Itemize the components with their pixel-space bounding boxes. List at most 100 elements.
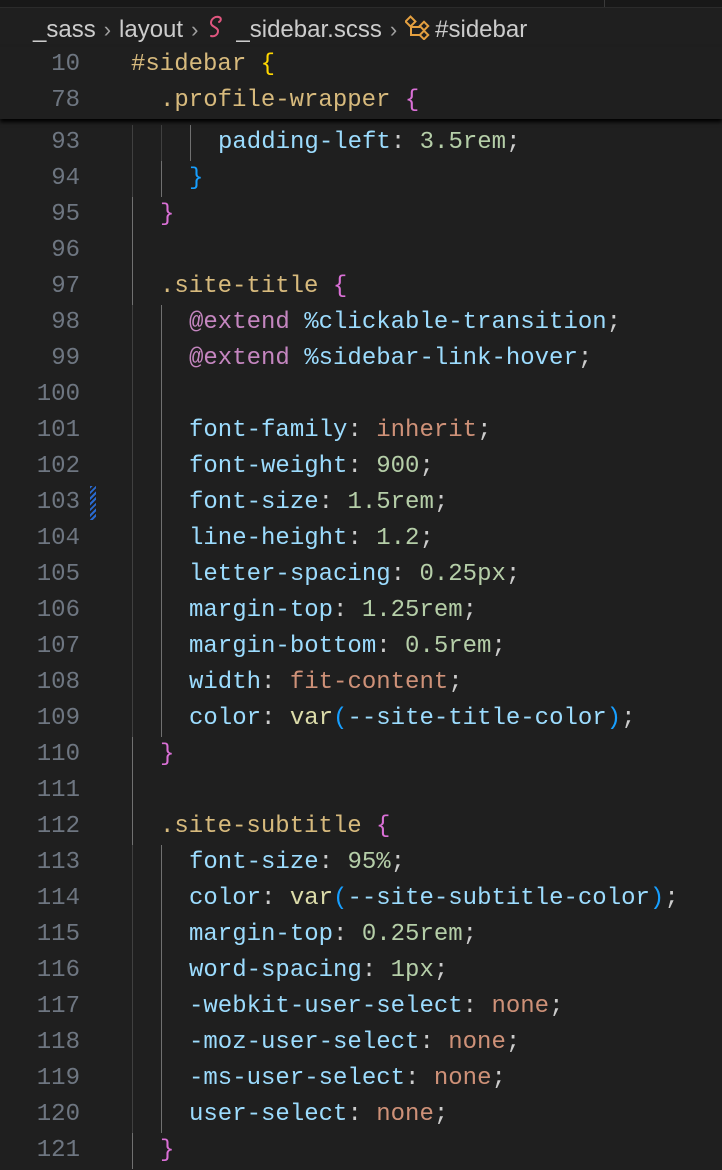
line-number: 115 (36, 921, 80, 948)
indent-guide (132, 773, 133, 809)
indent-guide (132, 593, 133, 629)
code-line[interactable]: 120 user-select: none; (0, 1097, 722, 1133)
code-line[interactable]: 101 font-family: inherit; (0, 413, 722, 449)
breadcrumb: _sass › layout › _sidebar.scss › #sideba… (33, 10, 527, 50)
indent-guide (132, 737, 133, 773)
code-line[interactable]: 95} (0, 197, 722, 233)
code-text: margin-top: 0.25rem; (189, 917, 477, 953)
code-text: } (160, 1133, 174, 1169)
code-line[interactable]: 111 (0, 773, 722, 809)
code-text: -webkit-user-select: none; (189, 989, 563, 1025)
code-token: .site-subtitle (160, 813, 377, 840)
line-number: 113 (36, 849, 80, 876)
code-line[interactable]: 121} (0, 1133, 722, 1169)
code-line[interactable]: 112 .site-subtitle { (0, 809, 722, 845)
code-token: ; (419, 525, 434, 552)
line-number: 93 (51, 129, 80, 156)
breadcrumb-item-file[interactable]: _sidebar.scss (236, 16, 381, 44)
code-token: } (160, 201, 175, 228)
code-line[interactable]: 110} (0, 737, 722, 773)
code-line[interactable]: 105 letter-spacing: 0.25px; (0, 557, 722, 593)
code-token: ; (390, 849, 406, 876)
code-line[interactable]: 94} (0, 161, 722, 197)
indent-guide (161, 557, 162, 593)
indent-guide (161, 881, 162, 917)
code-text: -ms-user-select: none; (189, 1061, 506, 1097)
code-token: ; (433, 1101, 449, 1128)
breadcrumb-item-layout[interactable]: layout (119, 16, 183, 44)
indent-guide (161, 1097, 162, 1133)
code-token: margin-top (189, 921, 334, 948)
code-line[interactable]: 108 width: fit-content; (0, 665, 722, 701)
code-token: ; (462, 597, 478, 624)
indent-guide (132, 485, 133, 521)
code-token: none (376, 1101, 434, 1128)
code-line[interactable]: 114 color: var(--site-subtitle-color); (0, 881, 722, 917)
sticky-scroll[interactable]: 10 #sidebar {78 .profile-wrapper { (0, 47, 722, 119)
tab-bar (0, 0, 722, 8)
line-number: 112 (36, 813, 80, 840)
code-line[interactable]: 102 font-weight: 900; (0, 449, 722, 485)
code-token: none (433, 1065, 492, 1092)
code-line[interactable]: 104 line-height: 1.2; (0, 521, 722, 557)
code-line[interactable]: 103 font-size: 1.5rem; (0, 485, 722, 521)
code-token: { (332, 273, 348, 300)
indent-guide (132, 629, 133, 665)
code-line[interactable]: 115 margin-top: 0.25rem; (0, 917, 722, 953)
code-token: -moz-user-select (189, 1029, 420, 1056)
code-line[interactable]: 109 color: var(--site-title-color); (0, 701, 722, 737)
code-editor[interactable]: 93 padding-left: 3.5rem; 94} 95} 96 97 .site-t… (0, 125, 722, 1169)
code-token: : (347, 453, 377, 480)
line-number: 108 (36, 669, 80, 696)
code-line[interactable]: 116 word-spacing: 1px; (0, 953, 722, 989)
indent-guide (161, 953, 162, 989)
code-token: 900 (376, 453, 420, 480)
code-line[interactable]: 78 .profile-wrapper { (0, 83, 722, 119)
code-token: } (189, 165, 204, 192)
code-line[interactable]: 113 font-size: 95%; (0, 845, 722, 881)
code-line[interactable]: 97 .site-title { (0, 269, 722, 305)
code-token: %sidebar-link-hover (304, 345, 578, 372)
code-line[interactable]: 96 (0, 233, 722, 269)
indent-guide (132, 449, 133, 485)
code-token: padding-left (218, 129, 391, 156)
code-line[interactable]: 107 margin-bottom: 0.5rem; (0, 629, 722, 665)
indent-guide (132, 557, 133, 593)
code-line[interactable]: 100 (0, 377, 722, 413)
line-number: 104 (36, 525, 80, 552)
code-text: font-family: inherit; (189, 413, 491, 449)
code-token: ( (333, 705, 348, 732)
code-text: letter-spacing: 0.25px; (189, 557, 520, 593)
code-line[interactable]: 10 #sidebar { (0, 47, 722, 83)
code-token: ; (505, 1029, 521, 1056)
code-token: : (390, 129, 420, 156)
indent-guide (161, 845, 162, 881)
code-line[interactable]: 93 padding-left: 3.5rem; (0, 125, 722, 161)
code-token: : (347, 1101, 377, 1128)
code-line[interactable]: 99 @extend %sidebar-link-hover; (0, 341, 722, 377)
code-token: : (261, 885, 290, 912)
code-text: -moz-user-select: none; (189, 1025, 520, 1061)
indent-guide (132, 665, 133, 701)
line-number: 97 (51, 273, 80, 300)
code-line[interactable]: 106 margin-top: 1.25rem; (0, 593, 722, 629)
modified-line-indicator[interactable] (90, 486, 96, 520)
indent-guide (132, 305, 133, 341)
code-line[interactable]: 98 @extend %clickable-transition; (0, 305, 722, 341)
code-line[interactable]: 117 -webkit-user-select: none; (0, 989, 722, 1025)
line-number: 10 (51, 51, 80, 78)
breadcrumb-item-symbol[interactable]: #sidebar (435, 16, 527, 44)
code-text: } (189, 161, 203, 197)
code-text: padding-left: 3.5rem; (218, 125, 520, 161)
breadcrumb-item-sass[interactable]: _sass (33, 16, 96, 44)
code-token: font-weight (189, 453, 348, 480)
code-line[interactable]: 118 -moz-user-select: none; (0, 1025, 722, 1061)
code-line[interactable]: 119 -ms-user-select: none; (0, 1061, 722, 1097)
code-token: 1.5rem (347, 489, 434, 516)
line-number: 101 (36, 417, 80, 444)
line-number: 107 (36, 633, 80, 660)
code-token: : (347, 417, 377, 444)
code-token: 1.2 (376, 525, 420, 552)
code-token: --site-title-color (347, 705, 607, 732)
line-number: 98 (51, 309, 80, 336)
